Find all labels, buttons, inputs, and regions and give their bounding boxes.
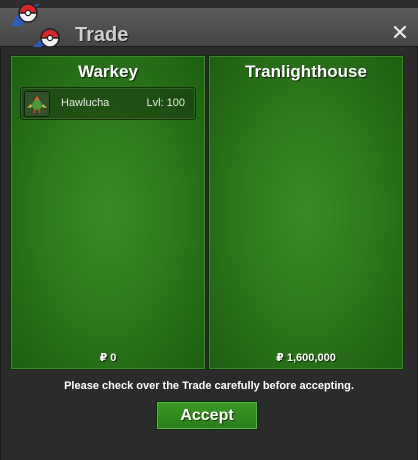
trade-item-slot[interactable]: Hawlucha Lvl: 100	[20, 87, 196, 120]
hawlucha-sprite-icon	[24, 91, 50, 117]
pokemon-name: Hawlucha	[61, 97, 110, 109]
trade-notice: Please check over the Trade carefully be…	[64, 380, 354, 392]
trade-panel-warkey: Warkey Hawlucha Lvl: 100 ₽ 0	[10, 55, 206, 370]
trade-window: Trade ✕ Warkey Hawlucha Lvl: 100 ₽ 0 Tra…	[0, 0, 418, 460]
pokeball-logo-icon	[12, 3, 60, 50]
trader-name: Warkey	[78, 62, 138, 81]
money-offer: ₽ 0	[99, 352, 117, 364]
accept-button[interactable]: Accept	[156, 401, 258, 430]
close-icon[interactable]: ✕	[390, 22, 410, 44]
money-offer: ₽ 1,600,000	[276, 352, 336, 364]
trader-name: Tranlighthouse	[245, 62, 367, 81]
trade-panel-tranlighthouse: Tranlighthouse ₽ 1,600,000	[208, 55, 404, 370]
pokemon-level: Lvl: 100	[146, 97, 185, 109]
window-title: Trade	[75, 24, 129, 46]
